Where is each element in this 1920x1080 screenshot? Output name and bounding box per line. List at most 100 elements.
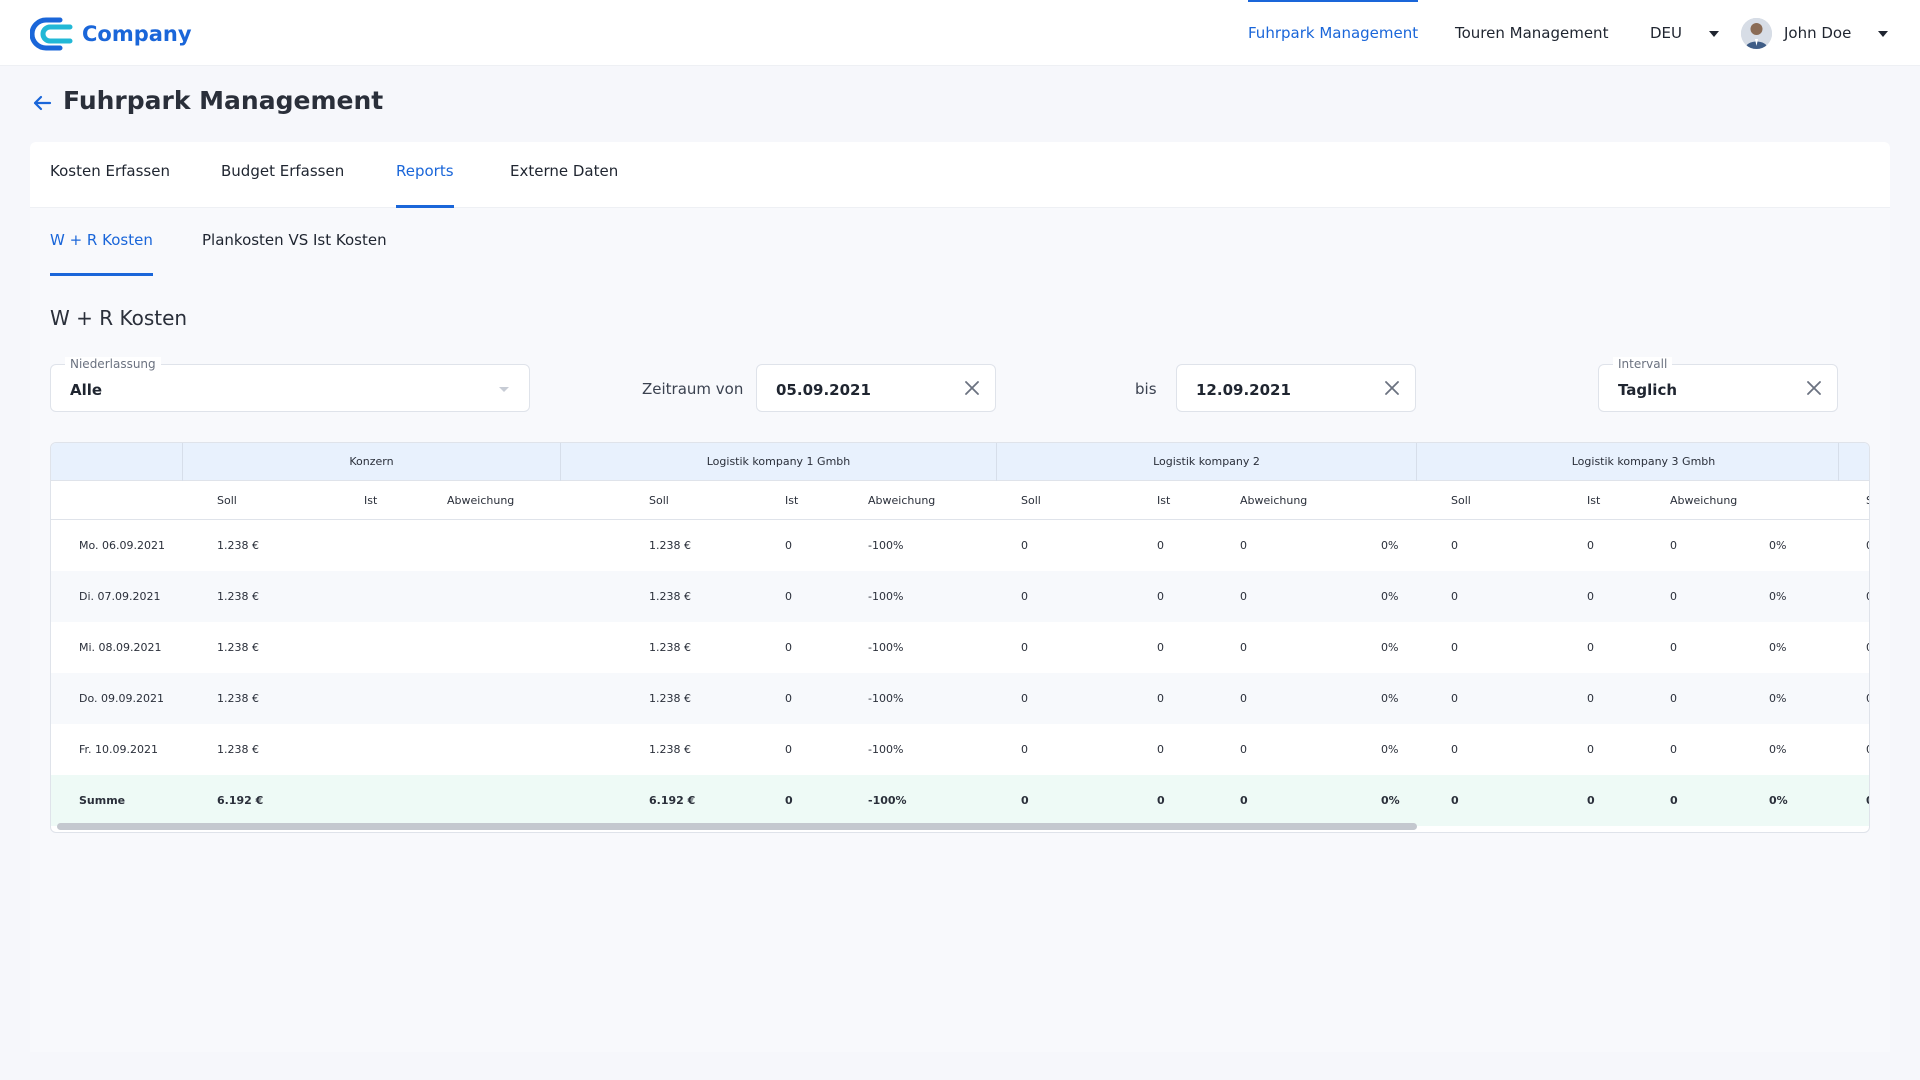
cell-date: Mo. 06.09.2021 <box>79 539 166 552</box>
col-l2-ist: Ist <box>1157 494 1171 507</box>
cell-cut: 0 <box>1866 673 1869 724</box>
tab-budget-erfassen[interactable]: Budget Erfassen <box>221 142 344 208</box>
cell-l2-ist: 0 <box>1157 590 1164 603</box>
col-l1-abweichung: Abweichung <box>868 494 936 507</box>
cell-l2-percent: 0% <box>1381 539 1399 552</box>
chevron-down-icon <box>1878 30 1889 37</box>
col-konzern-abweichung: Abweichung <box>447 494 515 507</box>
cell-konzern-soll: 1.238 € <box>217 590 259 603</box>
cell-l2-abweichung: 0 <box>1240 743 1247 756</box>
arrow-left-icon[interactable] <box>31 92 53 114</box>
cell-l1-ist: 0 <box>785 641 792 654</box>
cell-l3-ist: 0 <box>1587 539 1594 552</box>
cell-l1-ist: 0 <box>785 539 792 552</box>
cell-l2-ist: 0 <box>1157 641 1164 654</box>
table-row[interactable]: Do. 09.09.2021 1.238 € 1.238 € 0 -100% 0… <box>51 673 1869 724</box>
intervall-label: Intervall <box>1613 357 1673 371</box>
niederlassung-value: Alle <box>70 381 103 399</box>
horizontal-scrollbar[interactable] <box>57 823 1417 830</box>
cell-l1-ist: 0 <box>785 794 793 807</box>
content-card: Kosten Erfassen Budget Erfassen Reports … <box>30 142 1890 1052</box>
table-row[interactable]: Mi. 08.09.2021 1.238 € 1.238 € 0 -100% 0… <box>51 622 1869 673</box>
cell-l1-abweichung: -100% <box>868 641 904 654</box>
cell-l2-percent: 0% <box>1381 794 1400 807</box>
intervall-select[interactable]: Intervall Taglich <box>1598 357 1838 412</box>
col-l3-soll: Soll <box>1451 494 1471 507</box>
language-select[interactable]: DEU <box>1650 0 1719 66</box>
section-title: W + R Kosten <box>50 306 188 330</box>
cell-l3-soll: 0 <box>1451 743 1458 756</box>
table-row[interactable]: Di. 07.09.2021 1.238 € 1.238 € 0 -100% 0… <box>51 571 1869 622</box>
cell-l2-ist: 0 <box>1157 794 1165 807</box>
user-menu[interactable]: John Doe <box>1784 0 1889 66</box>
cell-l1-soll: 1.238 € <box>649 590 691 603</box>
col-cut: S <box>1866 481 1869 520</box>
niederlassung-select[interactable]: Niederlassung Alle <box>50 357 530 412</box>
group-cut <box>1838 443 1869 481</box>
cell-l2-abweichung: 0 <box>1240 794 1248 807</box>
cell-l1-soll: 1.238 € <box>649 641 691 654</box>
cell-l3-percent: 0% <box>1769 641 1787 654</box>
cell-l3-abweichung: 0 <box>1670 590 1677 603</box>
col-l2-soll: Soll <box>1021 494 1041 507</box>
user-name: John Doe <box>1784 24 1852 42</box>
zeitraum-von-label: Zeitraum von <box>642 380 744 398</box>
close-icon[interactable] <box>1805 379 1823 397</box>
cell-l2-soll: 0 <box>1021 794 1029 807</box>
tab-reports[interactable]: Reports <box>396 142 454 208</box>
cell-l3-ist: 0 <box>1587 692 1594 705</box>
bis-input[interactable]: 12.09.2021 <box>1176 364 1416 412</box>
cell-l2-soll: 0 <box>1021 539 1028 552</box>
cell-l3-soll: 0 <box>1451 590 1458 603</box>
cell-l1-ist: 0 <box>785 743 792 756</box>
avatar[interactable] <box>1741 18 1772 49</box>
cell-l3-soll: 0 <box>1451 692 1458 705</box>
cell-l3-abweichung: 0 <box>1670 743 1677 756</box>
report-table: Konzern Logistik kompany 1 Gmbh Logistik… <box>50 442 1870 833</box>
nav-touren-management[interactable]: Touren Management <box>1455 0 1608 66</box>
table-row[interactable]: Fr. 10.09.2021 1.238 € 1.238 € 0 -100% 0… <box>51 724 1869 775</box>
intervall-value: Taglich <box>1618 381 1678 399</box>
group-logistik-2: Logistik kompany 2 <box>996 443 1416 481</box>
tab-kosten-erfassen[interactable]: Kosten Erfassen <box>50 142 170 208</box>
cell-l1-abweichung: -100% <box>868 794 907 807</box>
col-l1-ist: Ist <box>785 494 799 507</box>
company-logo-icon <box>30 17 73 51</box>
cell-l3-percent: 0% <box>1769 794 1788 807</box>
cell-cut: 0 <box>1866 775 1869 826</box>
close-icon[interactable] <box>1383 379 1401 397</box>
cell-konzern-soll: 1.238 € <box>217 743 259 756</box>
subtab-wr-kosten[interactable]: W + R Kosten <box>50 208 153 276</box>
col-konzern-ist: Ist <box>364 494 378 507</box>
cell-l2-abweichung: 0 <box>1240 692 1247 705</box>
cell-l2-soll: 0 <box>1021 641 1028 654</box>
cell-l2-abweichung: 0 <box>1240 539 1247 552</box>
reports-panel: W + R Kosten Plankosten VS Ist Kosten W … <box>30 208 1890 1052</box>
table-row[interactable]: Mo. 06.09.2021 1.238 € 1.238 € 0 -100% 0… <box>51 520 1869 571</box>
cell-l2-soll: 0 <box>1021 590 1028 603</box>
page-title: Fuhrpark Management <box>63 86 384 115</box>
cell-l1-abweichung: -100% <box>868 692 904 705</box>
cell-konzern-soll: 6.192 € <box>217 794 264 807</box>
subtab-plankosten-vs-ist[interactable]: Plankosten VS Ist Kosten <box>202 208 387 276</box>
nav-fuhrpark-management[interactable]: Fuhrpark Management <box>1248 0 1419 66</box>
cell-l3-soll: 0 <box>1451 794 1459 807</box>
cell-l3-ist: 0 <box>1587 743 1594 756</box>
zeitraum-von-input[interactable]: 05.09.2021 <box>756 364 996 412</box>
close-icon[interactable] <box>963 379 981 397</box>
tab-externe-daten[interactable]: Externe Daten <box>510 142 618 208</box>
cell-l3-ist: 0 <box>1587 794 1595 807</box>
cell-l3-percent: 0% <box>1769 692 1787 705</box>
cell-l2-percent: 0% <box>1381 641 1399 654</box>
col-l3-ist: Ist <box>1587 494 1601 507</box>
brand-logo[interactable]: Company <box>30 14 192 54</box>
brand-name: Company <box>82 22 192 46</box>
language-value: DEU <box>1650 24 1683 42</box>
cell-l2-percent: 0% <box>1381 692 1399 705</box>
cell-l3-abweichung: 0 <box>1670 692 1677 705</box>
table-column-header: Soll Ist Abweichung Soll Ist Abweichung … <box>51 481 1869 520</box>
cell-l2-soll: 0 <box>1021 692 1028 705</box>
table-group-header: Konzern Logistik kompany 1 Gmbh Logistik… <box>51 443 1869 481</box>
cell-l3-ist: 0 <box>1587 590 1594 603</box>
main-tabs: Kosten Erfassen Budget Erfassen Reports … <box>30 142 1890 208</box>
